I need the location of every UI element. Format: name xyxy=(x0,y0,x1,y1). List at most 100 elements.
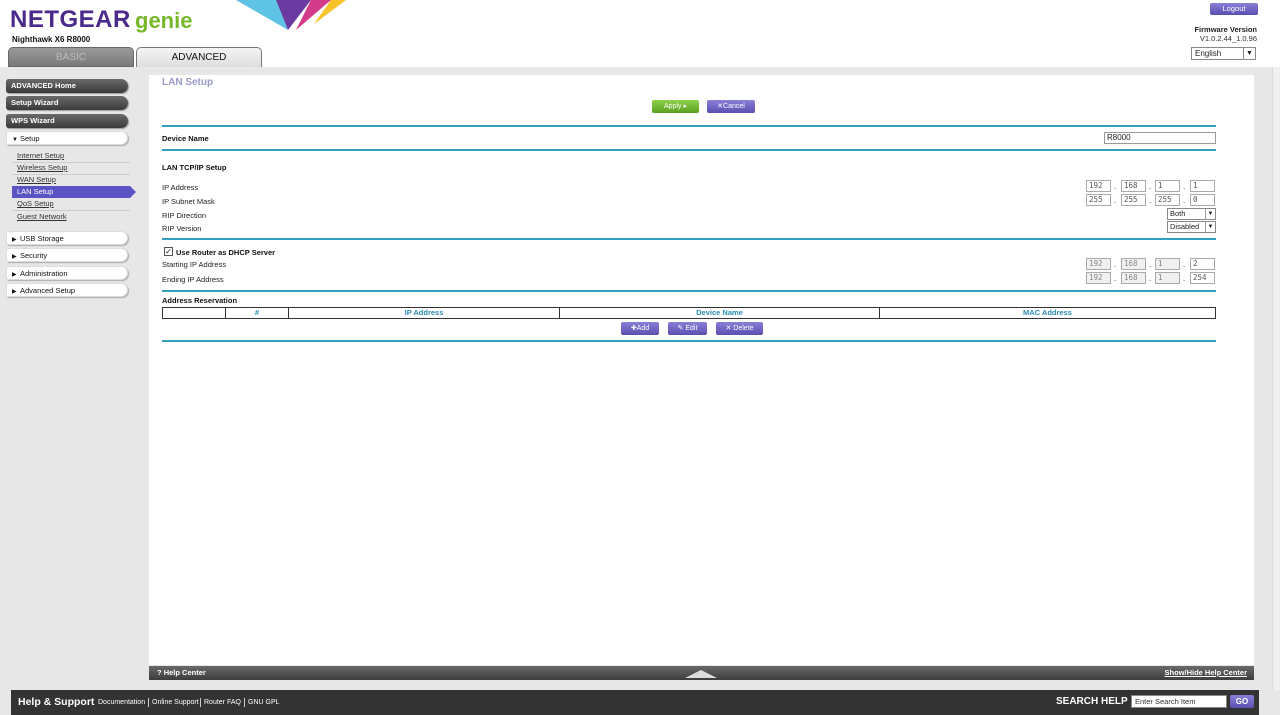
add-button[interactable]: ✚Add xyxy=(621,322,659,335)
ip-address-octet-4[interactable]: 1 xyxy=(1190,180,1215,192)
ip-address-octet-3[interactable]: 1 xyxy=(1155,180,1180,192)
dhcp-server-checkbox[interactable]: ✓ xyxy=(164,247,173,256)
sidebar-menu-usb-storage[interactable]: ▶ USB Storage xyxy=(6,231,128,245)
search-help-input[interactable]: Enter Search Item xyxy=(1131,695,1227,708)
add-label: Add xyxy=(636,325,650,332)
ip-separator: . xyxy=(1183,196,1186,205)
ip-address-octet-1[interactable]: 192 xyxy=(1086,180,1111,192)
subnet-mask-octet-1[interactable]: 255 xyxy=(1086,194,1111,206)
footer-link-online-support[interactable]: Online Support xyxy=(152,699,199,706)
checkmark-icon: ✓ xyxy=(165,247,172,256)
ip-separator: . xyxy=(1114,196,1117,205)
genie-logo: genie xyxy=(135,8,193,33)
sidebar-item-wan-setup[interactable]: WAN Setup xyxy=(17,175,56,184)
triangle-right-icon: ▶ xyxy=(12,272,17,278)
triangle-down-icon: ▼ xyxy=(12,137,18,143)
rip-version-select[interactable]: Disabled ▼ xyxy=(1167,221,1216,233)
ip-address-octet-2[interactable]: 168 xyxy=(1121,180,1146,192)
footer: Help & Support Documentation Online Supp… xyxy=(11,690,1259,715)
device-name-label: Device Name xyxy=(162,134,209,143)
section-divider xyxy=(162,125,1216,127)
sidebar-advanced-home-button[interactable]: ADVANCED Home xyxy=(6,79,128,93)
divider xyxy=(12,210,130,211)
sidebar-menu-setup[interactable]: ▼ Setup xyxy=(6,131,128,145)
help-center-label: Help Center xyxy=(163,668,206,677)
cancel-label: Cancel xyxy=(723,103,745,110)
chevron-down-icon: ▼ xyxy=(1243,48,1255,59)
rip-direction-select[interactable]: Both ▼ xyxy=(1167,208,1216,220)
sidebar-item-guest-network[interactable]: Guest Network xyxy=(17,212,67,221)
sidebar-menu-label: USB Storage xyxy=(20,234,64,243)
help-center-bar: ? Help Center Show/Hide Help Center xyxy=(149,666,1254,680)
header: NETGEAR genie Nighthawk X6 R8000 Logout … xyxy=(0,0,1280,67)
sidebar-setup-wizard-button[interactable]: Setup Wizard xyxy=(6,96,128,110)
dhcp-server-label: Use Router as DHCP Server xyxy=(176,248,276,257)
subnet-mask-label: IP Subnet Mask xyxy=(162,197,215,206)
triangle-right-icon: ▶ xyxy=(12,254,17,260)
sidebar-item-lan-setup[interactable]: LAN Setup xyxy=(12,186,136,198)
table-header-mac-address: MAC Address xyxy=(1023,308,1072,317)
logout-button[interactable]: Logout xyxy=(1210,3,1258,15)
rip-direction-label: RIP Direction xyxy=(162,211,207,220)
starting-ip-octet-2[interactable]: 168 xyxy=(1121,258,1146,270)
sidebar-menu-administration[interactable]: ▶ Administration xyxy=(6,266,128,280)
subnet-mask-octet-4[interactable]: 0 xyxy=(1190,194,1215,206)
tab-basic[interactable]: BASIC xyxy=(8,47,134,67)
ip-separator: . xyxy=(1114,260,1117,269)
ip-separator: . xyxy=(1114,274,1117,283)
table-header-number: # xyxy=(226,308,289,318)
footer-link-gnu-gpl[interactable]: GNU GPL xyxy=(248,699,280,706)
apply-button[interactable]: Apply ▸ xyxy=(652,100,699,113)
content-panel xyxy=(149,75,1254,665)
lan-tcpip-heading: LAN TCP/IP Setup xyxy=(162,163,227,172)
ip-separator: . xyxy=(1149,260,1152,269)
ending-ip-octet-2[interactable]: 168 xyxy=(1121,272,1146,284)
device-name-field[interactable]: R8000 xyxy=(1104,132,1216,144)
cancel-button[interactable]: ✕Cancel xyxy=(707,100,755,113)
table-header-ip-address: IP Address xyxy=(289,308,560,318)
ip-separator: . xyxy=(1149,182,1152,191)
starting-ip-octet-3[interactable]: 1 xyxy=(1155,258,1180,270)
router-model: Nighthawk X6 R8000 xyxy=(12,35,91,44)
sidebar-menu-advanced-setup[interactable]: ▶ Advanced Setup xyxy=(6,283,128,297)
sidebar-item-wireless-setup[interactable]: Wireless Setup xyxy=(17,163,67,172)
edit-button[interactable]: ✎ Edit xyxy=(668,322,707,335)
question-icon: ? xyxy=(157,668,162,677)
starting-ip-octet-1[interactable]: 192 xyxy=(1086,258,1111,270)
rip-version-value: Disabled xyxy=(1170,222,1200,231)
ending-ip-octet-4[interactable]: 254 xyxy=(1190,272,1215,284)
search-go-button[interactable]: GO xyxy=(1230,695,1254,708)
footer-link-router-faq[interactable]: Router FAQ xyxy=(204,699,241,706)
edit-label: Edit xyxy=(685,325,698,332)
sidebar-menu-security[interactable]: ▶ Security xyxy=(6,248,128,262)
arrow-up-icon[interactable] xyxy=(685,670,717,678)
starting-ip-octet-4[interactable]: 2 xyxy=(1190,258,1215,270)
chevron-down-icon: ▼ xyxy=(1205,209,1215,219)
triangle-right-icon: ▶ xyxy=(12,289,17,295)
section-divider xyxy=(162,340,1216,342)
language-select[interactable]: English ▼ xyxy=(1191,47,1256,60)
ip-separator: . xyxy=(1114,182,1117,191)
delete-button[interactable]: ✕ Delete xyxy=(716,322,763,335)
show-hide-help-link[interactable]: Show/Hide Help Center xyxy=(1164,666,1247,680)
subnet-mask-octet-2[interactable]: 255 xyxy=(1121,194,1146,206)
ending-ip-octet-1[interactable]: 192 xyxy=(1086,272,1111,284)
ip-separator: . xyxy=(1183,260,1186,269)
sidebar-menu-label: Security xyxy=(20,251,48,260)
firmware-version-value: V1.0.2.44_1.0.96 xyxy=(1199,34,1257,43)
divider xyxy=(148,698,149,707)
help-center-toggle[interactable]: ? Help Center xyxy=(157,666,206,680)
firmware-version-label: Firmware Version xyxy=(1194,25,1257,34)
tab-advanced[interactable]: ADVANCED xyxy=(136,47,262,67)
address-reservation-table: # IP Address Device Name MAC Address xyxy=(162,307,1216,319)
ip-separator: . xyxy=(1149,274,1152,283)
subnet-mask-octet-3[interactable]: 255 xyxy=(1155,194,1180,206)
delete-label: Delete xyxy=(733,325,754,332)
section-divider xyxy=(162,290,1216,292)
footer-link-documentation[interactable]: Documentation xyxy=(98,699,145,706)
ending-ip-octet-3[interactable]: 1 xyxy=(1155,272,1180,284)
vertical-scrollbar[interactable] xyxy=(1272,67,1280,690)
sidebar-item-qos-setup[interactable]: QoS Setup xyxy=(17,199,54,208)
sidebar-item-internet-setup[interactable]: Internet Setup xyxy=(17,151,64,160)
sidebar-wps-wizard-button[interactable]: WPS Wizard xyxy=(6,114,128,128)
